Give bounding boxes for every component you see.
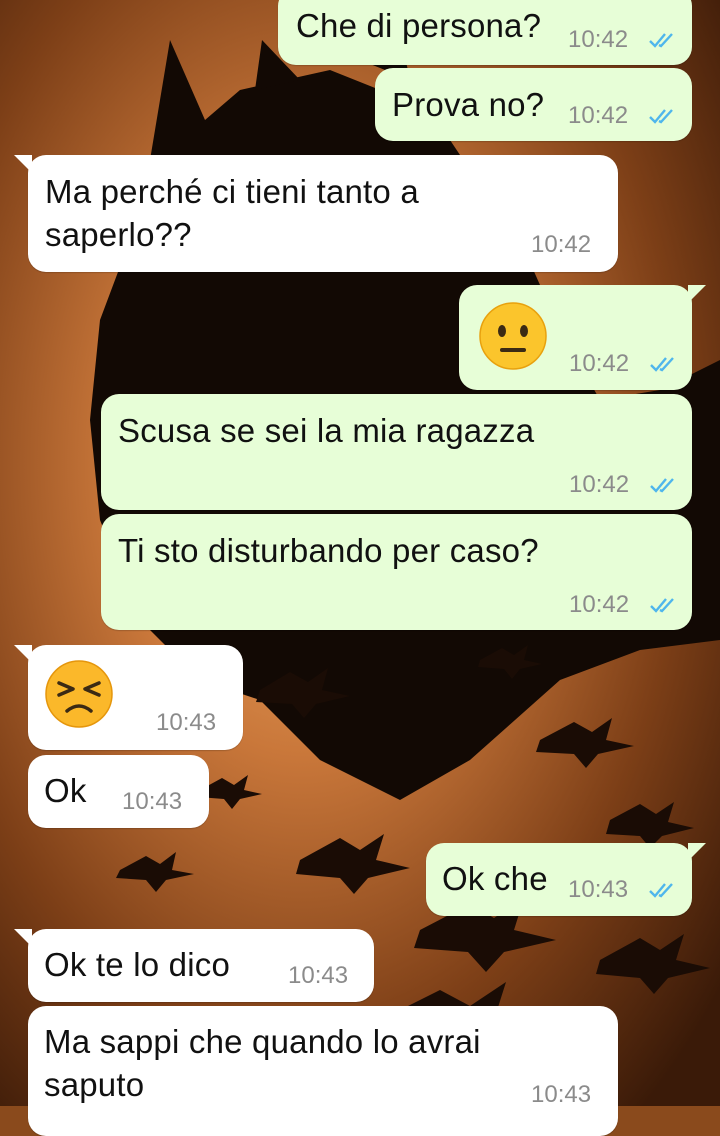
message-text: Ok che (442, 860, 548, 897)
message-time: 10:43 (122, 788, 183, 815)
outgoing-message[interactable]: Ok che 10:43 (426, 843, 706, 916)
message-time: 10:42 (569, 591, 630, 618)
message-time: 10:42 (568, 102, 629, 129)
bubble-tail (14, 929, 32, 947)
incoming-message[interactable]: 10:43 (14, 645, 243, 750)
persevering-face-emoji (45, 660, 113, 728)
neutral-face-emoji (479, 302, 547, 370)
message-text: Che di persona? (296, 7, 542, 44)
outgoing-message[interactable]: Prova no? 10:42 (375, 68, 692, 141)
incoming-message[interactable]: Ok 10:43 (28, 755, 209, 828)
message-time: 10:43 (568, 876, 629, 903)
message-time: 10:42 (569, 350, 630, 377)
message-text: Scusa se sei la mia ragazza (118, 412, 535, 449)
message-text: Prova no? (392, 86, 545, 123)
bubble-tail (688, 843, 706, 861)
message-text-line: Ma sappi che quando lo avrai (44, 1023, 481, 1060)
message-text: Ti sto disturbando per caso? (118, 532, 539, 569)
read-ticks-icon (649, 109, 673, 124)
bubble-tail (14, 645, 32, 663)
bubble-tail (688, 285, 706, 303)
bubble-tail (14, 155, 32, 173)
message-text-line: Ma perché ci tieni tanto a (45, 173, 419, 210)
message-time: 10:43 (288, 962, 349, 989)
message-time: 10:42 (569, 471, 630, 498)
message-text: Ok (44, 772, 87, 809)
outgoing-message[interactable]: Che di persona? 10:42 (278, 0, 692, 65)
read-ticks-icon (650, 357, 674, 372)
message-time: 10:42 (531, 231, 592, 258)
read-ticks-icon (649, 33, 673, 48)
message-text-line: saperlo?? (45, 216, 192, 253)
outgoing-message[interactable]: 10:42 (459, 285, 706, 390)
incoming-message[interactable]: Ok te lo dico 10:43 (14, 929, 374, 1002)
message-time: 10:43 (531, 1081, 592, 1108)
message-time: 10:42 (568, 26, 629, 53)
message-text-line: saputo (44, 1066, 145, 1103)
read-ticks-icon (650, 478, 674, 493)
message-text: Ok te lo dico (44, 946, 231, 983)
read-ticks-icon (649, 883, 673, 898)
incoming-message[interactable]: Ma perché ci tieni tanto a saperlo?? 10:… (14, 155, 618, 272)
outgoing-message[interactable]: Ti sto disturbando per caso? 10:42 (101, 514, 692, 630)
incoming-message[interactable]: Ma sappi che quando lo avrai saputo 10:4… (28, 1006, 618, 1136)
message-time: 10:43 (156, 709, 217, 736)
read-ticks-icon (650, 598, 674, 613)
outgoing-message[interactable]: Scusa se sei la mia ragazza 10:42 (101, 394, 692, 510)
